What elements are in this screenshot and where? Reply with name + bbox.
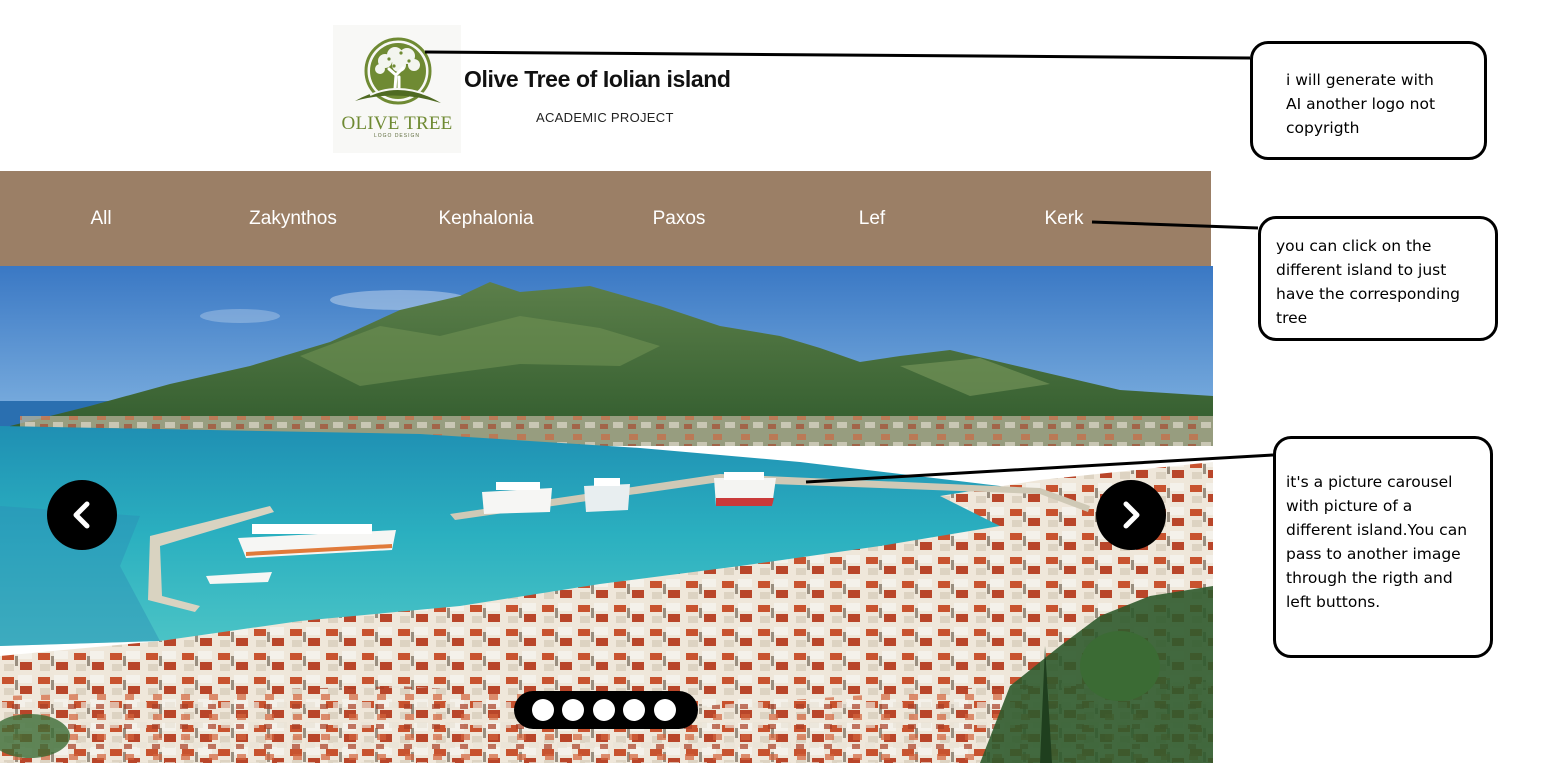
carousel-dot-1[interactable] [532,699,554,721]
note-line: with picture of a [1286,497,1413,515]
carousel-next-button[interactable] [1096,480,1166,550]
note-line: you can click on the [1276,237,1432,255]
site-title: Olive Tree of Iolian island [464,66,731,92]
logo-brand-text: OLIVE TREE [341,113,453,134]
note-line: i will generate with [1286,71,1434,89]
carousel-dot-5[interactable] [654,699,676,721]
nav-item-kephalonia[interactable]: Kephalonia [438,171,533,266]
annotation-logo-note: i will generate with AI another logo not… [1250,41,1487,160]
island-nav: All Zakynthos Kephalonia Paxos Lef Kerk [0,171,1211,266]
note-line: pass to another image [1286,545,1461,563]
carousel-slide-image [0,266,1213,763]
note-line: AI another logo not [1286,95,1436,113]
note-line: copyrigth [1286,119,1360,137]
chevron-left-icon [73,501,90,529]
carousel-dot-2[interactable] [562,699,584,721]
carousel-dot-4[interactable] [623,699,645,721]
logo-note-connector [424,50,1251,60]
logo-sub-text: LOGO DESIGN [373,133,420,139]
annotation-carousel-note: it's a picture carousel with picture of … [1273,436,1493,658]
nav-item-lef[interactable]: Lef [859,171,885,266]
nav-item-all[interactable]: All [90,171,111,266]
note-line: different island.You can [1286,521,1468,539]
note-line: left buttons. [1286,593,1381,611]
note-line: have the corresponding [1276,285,1461,303]
note-line: tree [1276,309,1308,327]
annotation-nav-note: you can click on the different island to… [1258,216,1498,341]
nav-item-paxos[interactable]: Paxos [653,171,706,266]
site-logo[interactable]: OLIVE TREE LOGO DESIGN [333,25,461,153]
note-line: through the rigth and [1286,569,1453,587]
page: OLIVE TREE LOGO DESIGN Olive Tree of Iol… [0,0,1550,768]
carousel-prev-button[interactable] [47,480,117,550]
site-subtitle: ACADEMIC PROJECT [536,110,674,125]
note-line: it's a picture carousel [1286,473,1453,491]
nav-item-kerk[interactable]: Kerk [1044,171,1083,266]
chevron-right-icon [1123,501,1140,529]
carousel-dot-3[interactable] [593,699,615,721]
note-line: different island to just [1276,261,1447,279]
picture-carousel[interactable] [0,266,1213,763]
carousel-pagination [514,691,698,729]
nav-item-zakynthos[interactable]: Zakynthos [249,171,337,266]
